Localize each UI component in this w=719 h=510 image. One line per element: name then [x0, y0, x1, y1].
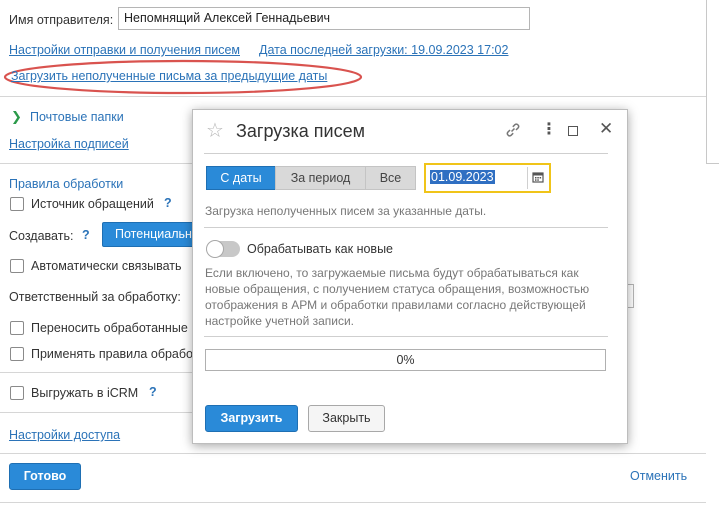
tab-all[interactable]: Все — [365, 166, 416, 190]
divider — [0, 163, 192, 164]
sender-name-label: Имя отправителя: — [9, 13, 114, 27]
page-edge — [706, 163, 719, 164]
divider — [0, 372, 192, 373]
close-button[interactable]: Закрыть — [308, 405, 385, 432]
chevron-right-icon[interactable]: ❯ — [11, 109, 22, 125]
auto-link-label: Автоматически связывать — [31, 259, 182, 273]
process-as-new-label: Обрабатывать как новые — [247, 242, 394, 256]
send-receive-settings-link[interactable]: Настройки отправки и получения писем — [9, 43, 240, 57]
date-hint: Загрузка неполученных писем за указанные… — [205, 204, 487, 218]
done-button[interactable]: Готово — [9, 463, 81, 490]
tab-period[interactable]: За период — [275, 166, 366, 190]
load-unreceived-link[interactable]: Загрузить неполученные письма за предыду… — [11, 69, 327, 83]
process-as-new-description: Если включено, то загружаемые письма буд… — [205, 266, 590, 328]
export-icrm-label: Выгружать в iCRM — [31, 386, 139, 400]
divider — [0, 96, 706, 97]
close-icon[interactable]: ✕ — [599, 119, 613, 139]
cancel-link[interactable]: Отменить — [630, 469, 687, 483]
auto-link-checkbox[interactable] — [10, 259, 24, 273]
help-icon[interactable]: ? — [149, 385, 157, 399]
tab-from-date[interactable]: С даты — [206, 166, 276, 190]
access-settings-link[interactable]: Настройки доступа — [9, 428, 120, 442]
request-source-label: Источник обращений — [31, 197, 154, 211]
divider — [204, 153, 608, 154]
processing-rules-heading: Правила обработки — [9, 177, 124, 191]
create-type-button[interactable]: Потенциальн — [102, 222, 194, 247]
request-source-checkbox[interactable] — [10, 197, 24, 211]
help-icon[interactable]: ? — [164, 196, 172, 210]
mail-folders-link[interactable]: Почтовые папки — [30, 110, 124, 124]
page-edge — [706, 0, 707, 163]
move-processed-checkbox[interactable] — [10, 321, 24, 335]
process-as-new-toggle[interactable] — [206, 240, 240, 258]
load-button[interactable]: Загрузить — [205, 405, 298, 432]
apply-rules-label: Применять правила обработ — [31, 347, 199, 361]
dialog-title: Загрузка писем — [236, 121, 365, 141]
maximize-icon[interactable] — [568, 126, 578, 136]
divider — [0, 453, 706, 454]
signature-settings-link[interactable]: Настройка подписей — [9, 137, 129, 151]
load-emails-dialog: ☆ Загрузка писем ⋮ ✕ С даты За период Вс… — [192, 109, 628, 444]
responsible-label: Ответственный за обработку: — [9, 290, 181, 304]
divider — [204, 336, 608, 337]
last-load-date-link[interactable]: Дата последней загрузки: 19.09.2023 17:0… — [259, 43, 508, 57]
divider — [0, 412, 192, 413]
more-menu-icon[interactable]: ⋮ — [541, 121, 557, 139]
divider — [0, 502, 706, 503]
sender-name-input[interactable]: Непомнящий Алексей Геннадьевич — [118, 7, 530, 30]
date-input[interactable]: 01.09.2023 — [430, 170, 495, 184]
export-icrm-checkbox[interactable] — [10, 386, 24, 400]
create-label: Создавать: — [9, 229, 74, 243]
date-separator — [527, 167, 528, 189]
toggle-knob — [206, 240, 224, 258]
help-icon[interactable]: ? — [82, 228, 90, 242]
calendar-icon[interactable] — [532, 171, 544, 183]
date-field[interactable]: 01.09.2023 — [424, 163, 551, 193]
move-processed-label: Переносить обработанные — [31, 321, 188, 335]
divider — [204, 227, 608, 228]
apply-rules-checkbox[interactable] — [10, 347, 24, 361]
star-icon[interactable]: ☆ — [206, 118, 224, 143]
progress-bar: 0% — [205, 349, 606, 371]
progress-text: 0% — [396, 353, 415, 367]
link-icon[interactable] — [504, 121, 522, 139]
